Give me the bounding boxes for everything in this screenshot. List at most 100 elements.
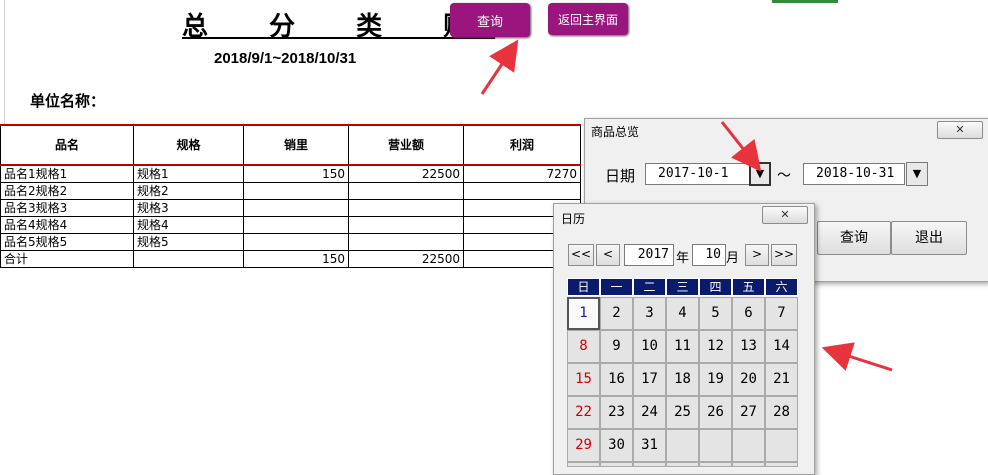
cell-revenue[interactable] [348, 233, 464, 251]
calendar-day[interactable] [666, 429, 699, 462]
calendar-day[interactable]: 21 [765, 363, 798, 396]
end-date-dropdown-button[interactable]: ▼ [906, 162, 928, 186]
ledger-table: 品名 规格 销里 营业额 利润 品名1规格1 规格1 150 22500 727… [0, 124, 581, 268]
back-to-main-button[interactable]: 返回主界面 [548, 3, 628, 35]
calendar-day[interactable] [765, 462, 798, 467]
calendar-day[interactable] [732, 429, 765, 462]
cell-qty[interactable]: 150 [243, 164, 349, 183]
calendar-day[interactable]: 15 [567, 363, 600, 396]
calendar-day[interactable]: 16 [600, 363, 633, 396]
calendar-day[interactable]: 22 [567, 396, 600, 429]
cell-revenue[interactable] [348, 182, 464, 200]
calendar-day[interactable]: 8 [567, 330, 600, 363]
cell-name[interactable]: 品名4规格4 [0, 216, 134, 234]
column-header[interactable]: 营业额 [348, 124, 464, 166]
column-header[interactable]: 品名 [0, 124, 134, 166]
calendar-day[interactable] [567, 462, 600, 467]
start-date-dropdown-button[interactable]: ▼ [749, 162, 771, 186]
calendar-day[interactable]: 30 [600, 429, 633, 462]
cell-qty[interactable] [243, 182, 349, 200]
calendar-day[interactable] [633, 462, 666, 467]
calendar-day[interactable]: 7 [765, 297, 798, 330]
cell-spec[interactable] [133, 250, 244, 268]
cell-revenue[interactable] [348, 216, 464, 234]
cell-name[interactable]: 品名2规格2 [0, 182, 134, 200]
next-year-button[interactable]: >> [771, 244, 797, 266]
cell-spec[interactable]: 规格5 [133, 233, 244, 251]
cell-profit[interactable] [463, 182, 581, 200]
cell-spec[interactable]: 规格2 [133, 182, 244, 200]
prev-year-button[interactable]: << [568, 244, 594, 266]
cell-revenue[interactable]: 22500 [348, 164, 464, 183]
cell-name[interactable]: 品名5规格5 [0, 233, 134, 251]
calendar-day[interactable] [600, 462, 633, 467]
calendar-day[interactable]: 11 [666, 330, 699, 363]
cell-qty[interactable] [243, 199, 349, 217]
calendar-day[interactable]: 14 [765, 330, 798, 363]
calendar-day[interactable]: 24 [633, 396, 666, 429]
calendar-day[interactable]: 13 [732, 330, 765, 363]
calendar-day[interactable] [732, 462, 765, 467]
calendar-day[interactable]: 9 [600, 330, 633, 363]
calendar-day[interactable]: 31 [633, 429, 666, 462]
cell-qty[interactable] [243, 233, 349, 251]
cell-profit[interactable]: 7270 [463, 164, 581, 183]
calendar-day[interactable]: 18 [666, 363, 699, 396]
end-date-field[interactable]: 2018-10-31 [803, 163, 905, 185]
cell-spec[interactable]: 规格4 [133, 216, 244, 234]
weekday-header: 六 [765, 278, 798, 296]
month-field[interactable]: 10 [692, 244, 726, 266]
calendar-day[interactable] [666, 462, 699, 467]
cell-qty[interactable]: 150 [243, 250, 349, 268]
cell-revenue[interactable] [348, 199, 464, 217]
calendar-day[interactable]: 20 [732, 363, 765, 396]
close-icon[interactable]: ✕ [937, 121, 983, 139]
selected-cell-indicator [772, 0, 838, 3]
calendar-day[interactable]: 23 [600, 396, 633, 429]
cell-revenue[interactable]: 22500 [348, 250, 464, 268]
prev-month-button[interactable]: < [596, 244, 620, 266]
column-header[interactable]: 规格 [133, 124, 244, 166]
column-header[interactable]: 利润 [463, 124, 581, 166]
cell-qty[interactable] [243, 216, 349, 234]
query-button[interactable]: 查询 [450, 3, 530, 37]
calendar-day[interactable]: 17 [633, 363, 666, 396]
calendar-day[interactable]: 29 [567, 429, 600, 462]
close-icon[interactable]: ✕ [762, 206, 808, 224]
calendar-day[interactable] [765, 429, 798, 462]
calendar-day[interactable]: 28 [765, 396, 798, 429]
dialog-exit-button[interactable]: 退出 [891, 221, 967, 255]
cell-name[interactable]: 合计 [0, 250, 134, 268]
dialog-title: 商品总览 [591, 125, 640, 139]
ledger-title: 总 分 类 账 [182, 12, 496, 42]
table-row: 品名3规格3 规格3 [0, 199, 581, 217]
calendar-day[interactable]: 19 [699, 363, 732, 396]
month-label: 月 [726, 251, 740, 266]
calendar-day[interactable]: 4 [666, 297, 699, 330]
calendar-day[interactable] [699, 429, 732, 462]
calendar-day[interactable]: 12 [699, 330, 732, 363]
weekday-header: 五 [732, 278, 765, 296]
calendar-day[interactable]: 25 [666, 396, 699, 429]
next-month-button[interactable]: > [745, 244, 769, 266]
cell-spec[interactable]: 规格1 [133, 164, 244, 183]
calendar-day[interactable] [699, 462, 732, 467]
calendar-day[interactable]: 5 [699, 297, 732, 330]
calendar-day[interactable]: 1 [567, 297, 600, 330]
weekday-header: 二 [633, 278, 666, 296]
calendar-day[interactable]: 6 [732, 297, 765, 330]
dialog-query-button[interactable]: 查询 [817, 221, 891, 255]
year-field[interactable]: 2017 [624, 244, 674, 266]
cell-name[interactable]: 品名1规格1 [0, 164, 134, 183]
calendar-day[interactable]: 3 [633, 297, 666, 330]
cell-spec[interactable]: 规格3 [133, 199, 244, 217]
start-date-field[interactable]: 2017-10-1 [645, 163, 751, 185]
calendar-day[interactable]: 2 [600, 297, 633, 330]
column-header[interactable]: 销里 [243, 124, 349, 166]
calendar-day[interactable]: 26 [699, 396, 732, 429]
calendar-day[interactable]: 10 [633, 330, 666, 363]
cell-name[interactable]: 品名3规格3 [0, 199, 134, 217]
column-gridline [4, 0, 5, 124]
calendar-day[interactable]: 27 [732, 396, 765, 429]
unit-name-label: 单位名称： [30, 92, 106, 110]
